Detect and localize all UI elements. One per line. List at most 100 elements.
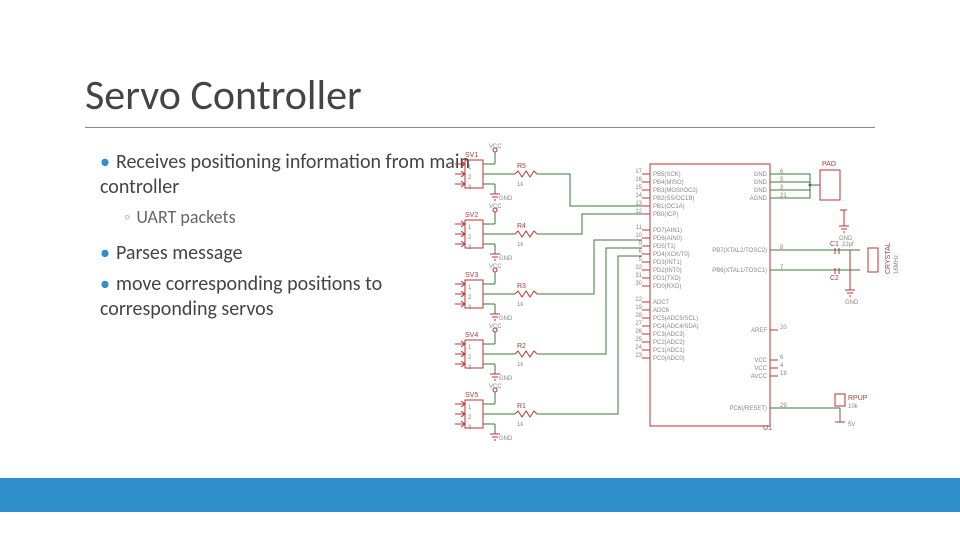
svg-text:1k: 1k <box>517 362 524 368</box>
c2-ref: C2 <box>830 275 839 282</box>
svg-text:PC3(ADC3): PC3(ADC3) <box>653 332 685 338</box>
svg-text:VCC: VCC <box>754 358 767 364</box>
svg-text:PC6(/RESET): PC6(/RESET) <box>730 406 767 412</box>
pad-ref: PAD <box>822 161 836 168</box>
svg-text:2: 2 <box>468 415 472 421</box>
svg-text:GND: GND <box>499 436 513 442</box>
svg-text:GND: GND <box>499 376 513 382</box>
svg-text:PD0(RXD): PD0(RXD) <box>653 284 681 290</box>
svg-text:PC2(ADC2): PC2(ADC2) <box>653 340 685 346</box>
svg-text:1k: 1k <box>517 302 524 308</box>
svg-text:PD7(AIN1): PD7(AIN1) <box>653 228 682 234</box>
rpup-rail: 5V <box>848 422 855 428</box>
svg-text:22: 22 <box>635 297 642 303</box>
svg-text:2: 2 <box>468 355 472 361</box>
svg-text:1k: 1k <box>517 422 524 428</box>
svg-text:26: 26 <box>635 329 642 335</box>
mcu-ref: U1 <box>763 425 772 432</box>
footer-accent-bar <box>0 478 960 512</box>
svg-text:1: 1 <box>468 405 472 411</box>
bullet-3: •move corresponding positions to corresp… <box>100 272 470 322</box>
svg-text:15: 15 <box>635 185 642 191</box>
cap-val: 22pf <box>842 242 854 248</box>
svg-text:VCC: VCC <box>754 366 767 372</box>
svg-text:PD6(AIN0): PD6(AIN0) <box>653 236 682 242</box>
svg-text:1k: 1k <box>517 242 524 248</box>
svg-text:17: 17 <box>635 169 642 175</box>
svg-text:AREF: AREF <box>751 328 767 334</box>
crystal-ref: CRYSTAL <box>885 242 892 274</box>
svg-text:30: 30 <box>635 281 642 287</box>
svg-text:18: 18 <box>780 371 787 377</box>
svg-text:AGND: AGND <box>750 196 768 202</box>
bullet-2-text: Parses message <box>116 241 243 265</box>
svg-text:23: 23 <box>635 353 642 359</box>
svg-text:25: 25 <box>635 337 642 343</box>
svg-text:32: 32 <box>635 265 642 271</box>
svg-text:VCC: VCC <box>489 204 502 210</box>
schematic-diagram: SV1123VCCR51kGNDSV2123VCCR41kGNDSV3123VC… <box>450 140 920 470</box>
svg-text:R5: R5 <box>517 163 526 170</box>
svg-text:SV1: SV1 <box>465 152 478 159</box>
svg-text:PD3(INT1): PD3(INT1) <box>653 260 682 266</box>
svg-text:VCC: VCC <box>489 264 502 270</box>
bullet-1: •Receives positioning information from m… <box>100 150 470 200</box>
svg-text:PB6(XTAL1/TOSC1): PB6(XTAL1/TOSC1) <box>712 268 767 274</box>
svg-text:1: 1 <box>468 225 472 231</box>
svg-text:PC5(ADC5/SCL): PC5(ADC5/SCL) <box>653 316 698 322</box>
svg-text:PB5(SCK): PB5(SCK) <box>653 172 681 178</box>
svg-text:PD5(T1): PD5(T1) <box>653 244 676 250</box>
svg-text:1: 1 <box>468 285 472 291</box>
svg-text:PB1(OC1A): PB1(OC1A) <box>653 204 685 210</box>
crystal-gnd: GND <box>845 300 859 306</box>
svg-text:24: 24 <box>635 345 642 351</box>
svg-text:R1: R1 <box>517 403 526 410</box>
svg-text:R3: R3 <box>517 283 526 290</box>
svg-text:R2: R2 <box>517 343 526 350</box>
svg-text:2: 2 <box>468 295 472 301</box>
svg-text:VCC: VCC <box>489 144 502 150</box>
svg-text:PD4(XCK/T0): PD4(XCK/T0) <box>653 252 690 258</box>
svg-text:6: 6 <box>780 355 784 361</box>
svg-text:14: 14 <box>635 193 642 199</box>
svg-text:1k: 1k <box>517 182 524 188</box>
svg-text:ADC6: ADC6 <box>653 308 670 314</box>
svg-text:10: 10 <box>635 233 642 239</box>
svg-text:11: 11 <box>636 225 643 231</box>
svg-text:SV4: SV4 <box>465 332 478 339</box>
svg-text:AVCC: AVCC <box>751 374 768 380</box>
svg-text:2: 2 <box>468 235 472 241</box>
bullet-2: •Parses message <box>100 241 470 266</box>
svg-text:SV3: SV3 <box>465 272 478 279</box>
svg-text:GND: GND <box>754 180 768 186</box>
bullet-1-sub-text: UART packets <box>136 206 235 228</box>
svg-text:GND: GND <box>499 256 513 262</box>
svg-text:27: 27 <box>635 321 642 327</box>
svg-text:28: 28 <box>635 313 642 319</box>
svg-text:PB0(ICP): PB0(ICP) <box>653 212 678 218</box>
svg-text:PC1(ADC1): PC1(ADC1) <box>653 348 685 354</box>
svg-text:16: 16 <box>635 177 642 183</box>
svg-text:PD1(TXD): PD1(TXD) <box>653 276 681 282</box>
svg-text:PD2(INT0): PD2(INT0) <box>653 268 682 274</box>
svg-text:20: 20 <box>780 325 787 331</box>
svg-text:GND: GND <box>499 196 513 202</box>
c1-ref: C1 <box>830 241 839 248</box>
svg-text:ADC7: ADC7 <box>653 300 670 306</box>
rpup-ref: RPUP <box>848 395 868 402</box>
svg-text:PC4(ADC4/SDA): PC4(ADC4/SDA) <box>653 324 699 330</box>
svg-text:SV2: SV2 <box>465 212 478 219</box>
svg-text:GND: GND <box>499 316 513 322</box>
bullet-3-text: move corresponding positions to correspo… <box>100 272 382 321</box>
bullet-1-text: Receives positioning information from ma… <box>100 150 470 199</box>
svg-text:31: 31 <box>635 273 642 279</box>
svg-text:PB7(XTAL2/TOSC2): PB7(XTAL2/TOSC2) <box>712 248 767 254</box>
svg-text:GND: GND <box>754 172 768 178</box>
rpup-val: 10k <box>848 404 859 410</box>
svg-text:VCC: VCC <box>489 384 502 390</box>
svg-text:PB3(MOSI/OC2): PB3(MOSI/OC2) <box>653 188 698 194</box>
svg-text:R4: R4 <box>517 223 526 230</box>
svg-text:PB4(MISO): PB4(MISO) <box>653 180 684 186</box>
slide-title: Servo Controller <box>85 70 875 128</box>
slide-body: •Receives positioning information from m… <box>100 150 470 328</box>
